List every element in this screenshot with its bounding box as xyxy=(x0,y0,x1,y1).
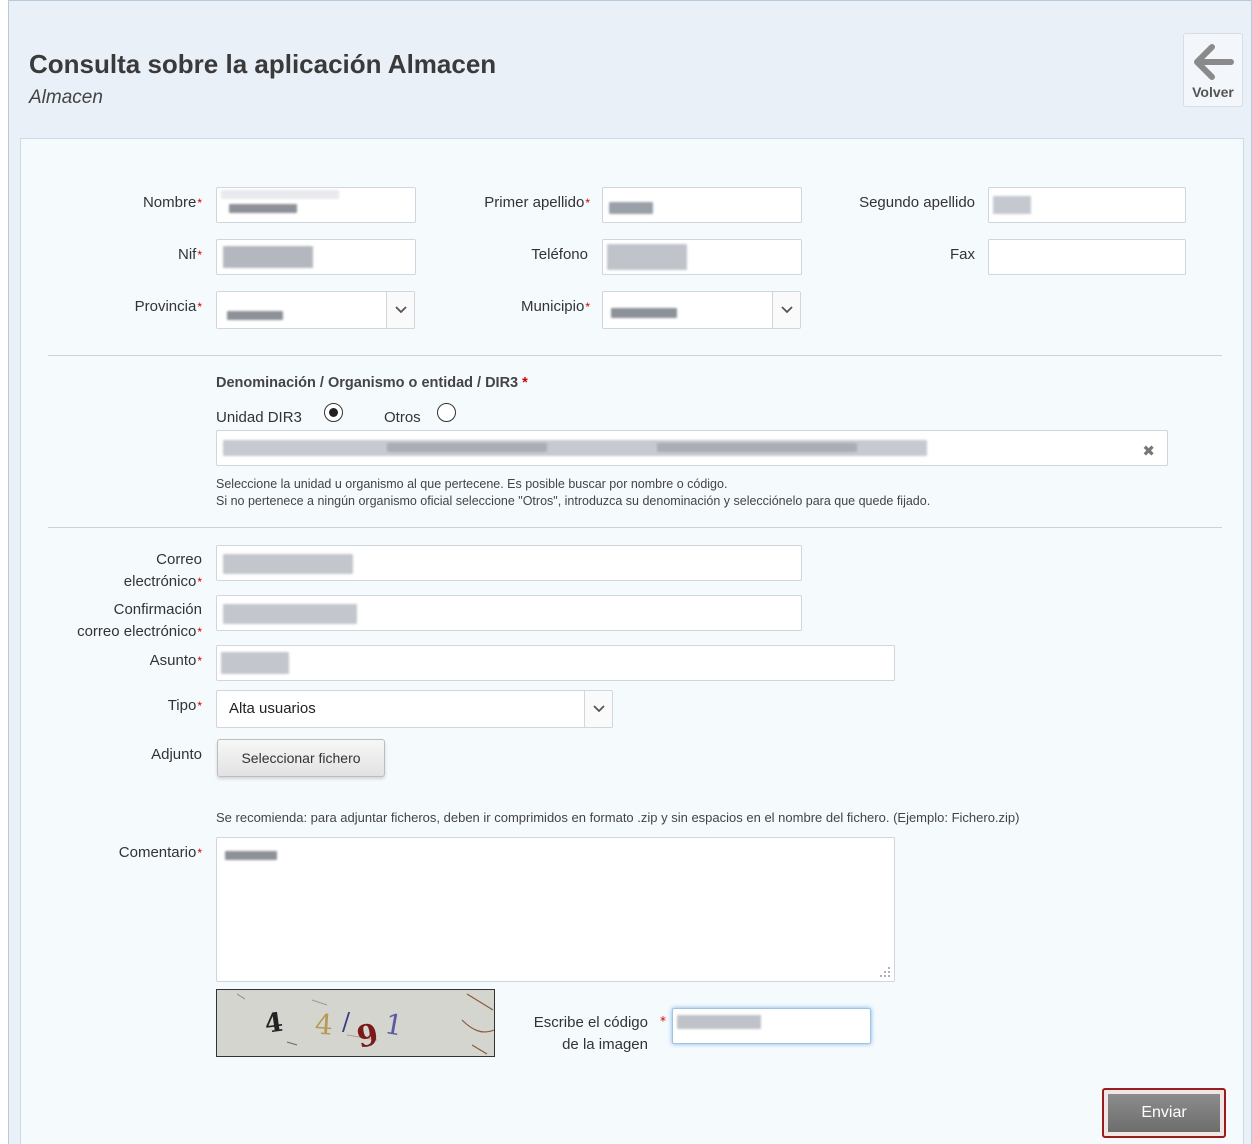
primer-apellido-label: Primer apellido* xyxy=(484,194,590,211)
dir3-help-line2: Si no pertenece a ningún organismo ofici… xyxy=(216,494,931,508)
nif-label: Nif* xyxy=(177,246,202,263)
radio-dir3-label: Unidad DIR3 xyxy=(216,409,302,426)
captcha-image: 4 4 / 9 1 xyxy=(216,989,495,1057)
chevron-down-icon xyxy=(772,292,800,328)
back-button[interactable]: Volver xyxy=(1183,33,1243,107)
provincia-label: Provincia* xyxy=(134,298,202,315)
form-card xyxy=(20,138,1244,1144)
primer-apellido-input[interactable] xyxy=(602,187,802,223)
arrow-left-icon xyxy=(1194,44,1234,80)
dir3-search-input[interactable]: ✖ xyxy=(216,430,1168,466)
fax-input[interactable] xyxy=(988,239,1186,275)
nombre-label: Nombre* xyxy=(142,194,202,211)
page-subtitle: Almacen xyxy=(29,87,103,108)
radio-otros-label: Otros xyxy=(384,409,421,426)
page-title: Consulta sobre la aplicación Almacen xyxy=(29,49,497,79)
comentario-textarea[interactable] xyxy=(216,837,895,982)
chevron-down-icon xyxy=(386,292,414,328)
resize-handle-icon[interactable] xyxy=(879,966,891,978)
submit-button[interactable]: Enviar xyxy=(1102,1088,1226,1138)
denominacion-label: Denominación / Organismo o entidad / DIR… xyxy=(216,375,528,391)
telefono-input[interactable] xyxy=(602,239,802,275)
close-icon[interactable]: ✖ xyxy=(1142,442,1155,460)
email-field[interactable] xyxy=(216,545,802,581)
email-confirm-field[interactable] xyxy=(216,595,802,631)
municipio-label: Municipio* xyxy=(520,298,590,315)
divider xyxy=(48,527,1222,528)
confirmacion-label: Confirmación correo electrónico* xyxy=(77,601,202,640)
radio-dir3[interactable] xyxy=(324,403,343,422)
correo-label: Correo electrónico* xyxy=(123,551,202,590)
nif-input[interactable] xyxy=(216,239,416,275)
select-file-button[interactable]: Seleccionar fichero xyxy=(217,739,385,777)
asunto-input[interactable] xyxy=(216,645,895,681)
tipo-select[interactable]: Alta usuarios xyxy=(216,690,613,728)
submit-label: Enviar xyxy=(1108,1094,1220,1132)
telefono-label: Teléfono xyxy=(531,246,588,263)
tipo-label: Tipo* xyxy=(167,697,202,714)
captcha-input[interactable] xyxy=(672,1008,871,1044)
tipo-selected-value: Alta usuarios xyxy=(229,700,316,717)
dir3-help-line1: Seleccione la unidad u organismo al que … xyxy=(216,477,728,491)
attach-hint: Se recomienda: para adjuntar ficheros, d… xyxy=(216,810,1020,825)
back-label: Volver xyxy=(1192,84,1234,100)
comentario-label: Comentario* xyxy=(118,844,202,861)
segundo-apellido-label: Segundo apellido xyxy=(859,194,975,211)
fax-label: Fax xyxy=(949,246,975,263)
chevron-down-icon xyxy=(584,691,612,727)
radio-otros[interactable] xyxy=(437,403,456,422)
svg-text:/: / xyxy=(342,1008,351,1036)
divider xyxy=(48,355,1222,356)
provincia-select[interactable] xyxy=(216,291,415,329)
svg-text:4: 4 xyxy=(314,1008,334,1042)
captcha-label: Escribe el código de la imagen xyxy=(533,1014,648,1053)
segundo-apellido-input[interactable] xyxy=(988,187,1186,223)
adjunto-label: Adjunto xyxy=(151,746,202,763)
municipio-select[interactable] xyxy=(602,291,801,329)
nombre-input[interactable] xyxy=(216,187,416,223)
asunto-label: Asunto* xyxy=(149,652,202,669)
captcha-required-mark: * xyxy=(660,1014,666,1028)
